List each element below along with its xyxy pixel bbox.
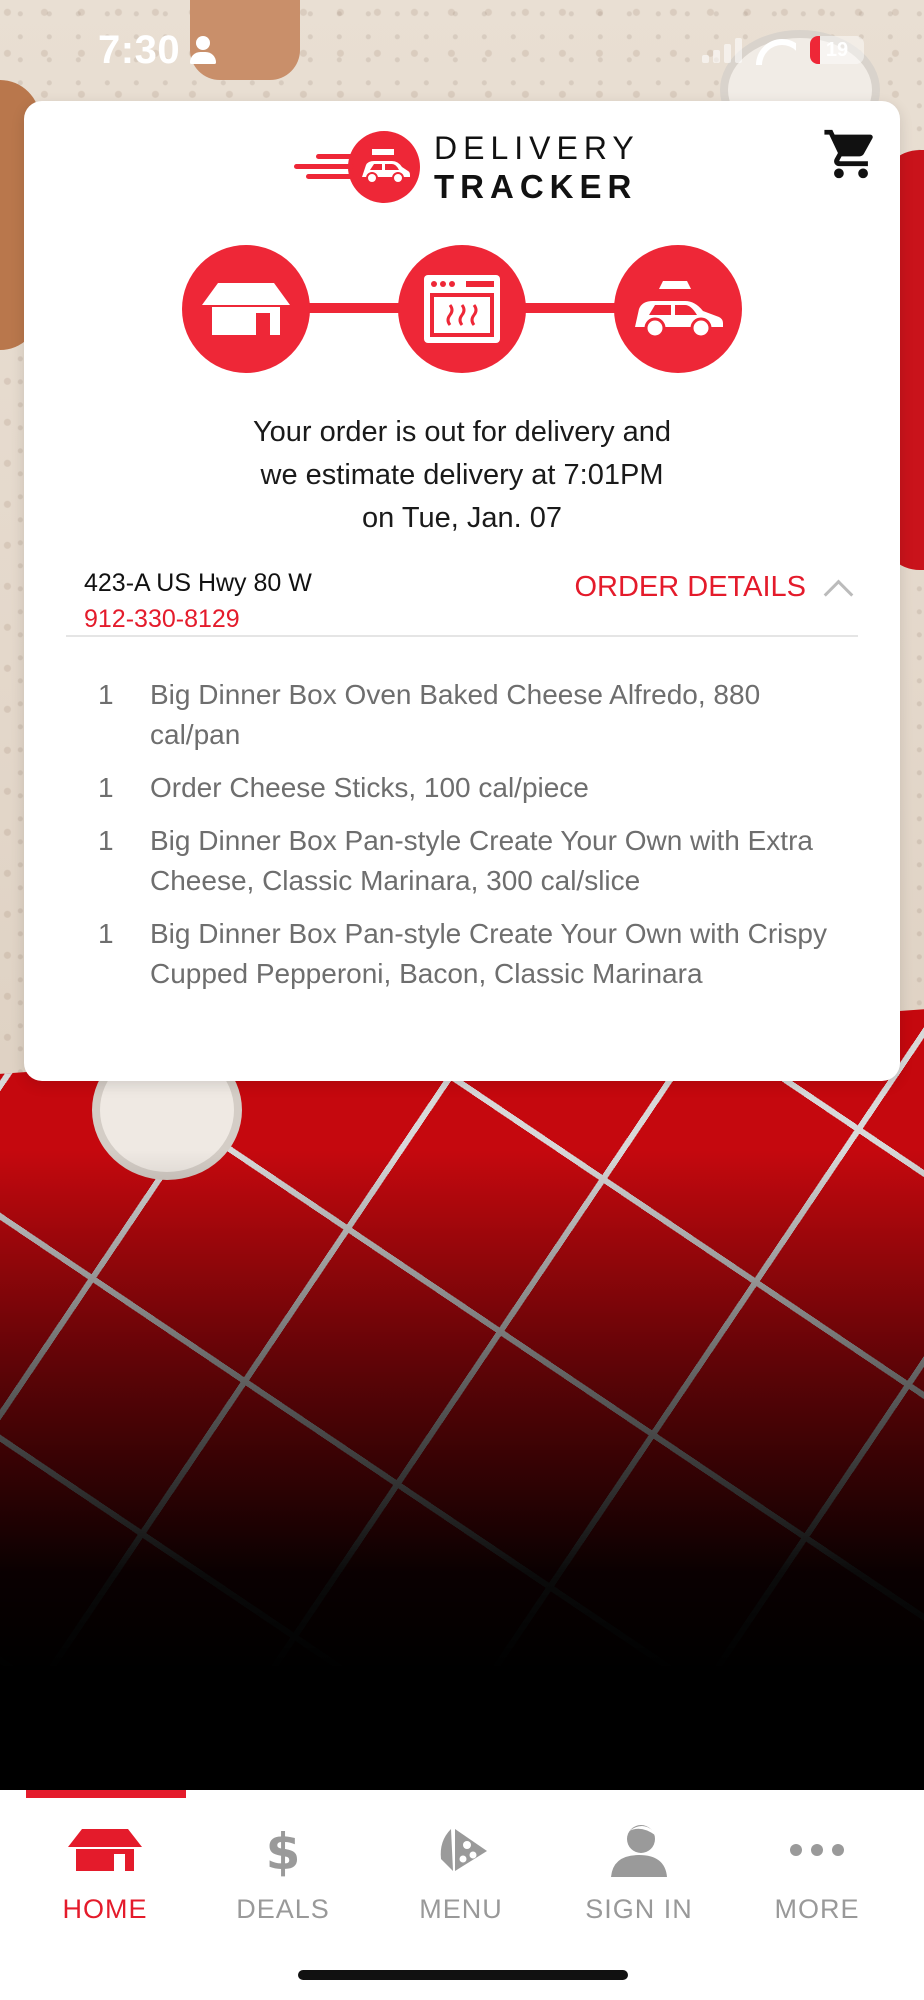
- pizza-slice-icon: [433, 1820, 489, 1880]
- store-icon: [182, 245, 310, 373]
- item-name: Big Dinner Box Oven Baked Cheese Alfredo…: [150, 679, 761, 750]
- delivery-tracker-card: DELIVERY TRACKER Your order is out for d…: [24, 101, 900, 1081]
- oven-icon: [398, 245, 526, 373]
- item-quantity: 1: [98, 772, 114, 803]
- order-item: 1 Order Cheese Sticks, 100 cal/piece: [76, 768, 856, 808]
- order-items-list: 1 Big Dinner Box Oven Baked Cheese Alfre…: [76, 675, 856, 1007]
- person-icon: [190, 36, 217, 64]
- status-icons: 19: [702, 35, 864, 65]
- item-name: Big Dinner Box Pan-style Create Your Own…: [150, 918, 827, 989]
- nav-menu[interactable]: MENU: [372, 1820, 550, 1925]
- delivery-tracker-logo: DELIVERY TRACKER: [294, 131, 640, 203]
- store-address: 423-A US Hwy 80 W: [84, 569, 312, 597]
- nav-menu-label: MENU: [419, 1894, 503, 1924]
- nav-more[interactable]: MORE: [728, 1820, 906, 1925]
- store-info: 423-A US Hwy 80 W 912-330-8129 ORDER DET…: [84, 569, 854, 635]
- delivery-car-icon: [348, 131, 420, 203]
- item-quantity: 1: [98, 918, 114, 949]
- user-icon: [609, 1820, 669, 1880]
- home-indicator[interactable]: [298, 1970, 628, 1980]
- delivery-car-icon: [614, 245, 742, 373]
- status-time: 7:30: [98, 28, 217, 73]
- battery-icon: 19: [810, 36, 864, 64]
- nav-deals-label: DEALS: [236, 1894, 330, 1924]
- order-details-toggle[interactable]: ORDER DETAILS: [574, 571, 854, 604]
- order-details-label: ORDER DETAILS: [574, 571, 806, 603]
- item-quantity: 1: [98, 679, 114, 710]
- nav-home-label: HOME: [62, 1894, 148, 1924]
- order-item: 1 Big Dinner Box Pan-style Create Your O…: [76, 914, 856, 994]
- battery-level: 19: [825, 38, 849, 61]
- dollar-icon: $: [266, 1820, 300, 1880]
- order-item: 1 Big Dinner Box Pan-style Create Your O…: [76, 821, 856, 901]
- order-item: 1 Big Dinner Box Oven Baked Cheese Alfre…: [76, 675, 856, 755]
- order-progress-tracker: [182, 245, 742, 375]
- wifi-icon: [756, 35, 796, 65]
- nav-more-label: MORE: [774, 1894, 860, 1924]
- hut-icon: [66, 1820, 144, 1880]
- item-name: Big Dinner Box Pan-style Create Your Own…: [150, 825, 813, 896]
- item-name: Order Cheese Sticks, 100 cal/piece: [150, 772, 589, 803]
- speed-lines-icon: [294, 142, 354, 192]
- order-status-message: Your order is out for delivery and we es…: [252, 416, 672, 534]
- status-bar: 7:30 19: [0, 0, 924, 100]
- more-dots-icon: [789, 1820, 845, 1880]
- cart-icon[interactable]: [822, 125, 880, 183]
- nav-deals[interactable]: $ DEALS: [194, 1820, 372, 1925]
- svg-text:$: $: [266, 1823, 300, 1877]
- bottom-navigation: HOME $ DEALS MENU SIGN IN MORE: [0, 1790, 924, 2000]
- chevron-up-icon: [822, 578, 854, 598]
- background-fade: [0, 1150, 924, 1790]
- divider: [66, 635, 858, 637]
- nav-home[interactable]: HOME: [16, 1820, 194, 1925]
- cellular-signal-icon: [702, 37, 742, 63]
- brand-wordmark: DELIVERY TRACKER: [434, 129, 640, 205]
- nav-sign-in-label: SIGN IN: [585, 1894, 693, 1924]
- store-phone-link[interactable]: 912-330-8129: [84, 605, 240, 634]
- nav-sign-in[interactable]: SIGN IN: [550, 1820, 728, 1925]
- item-quantity: 1: [98, 825, 114, 856]
- active-tab-indicator: [26, 1790, 186, 1798]
